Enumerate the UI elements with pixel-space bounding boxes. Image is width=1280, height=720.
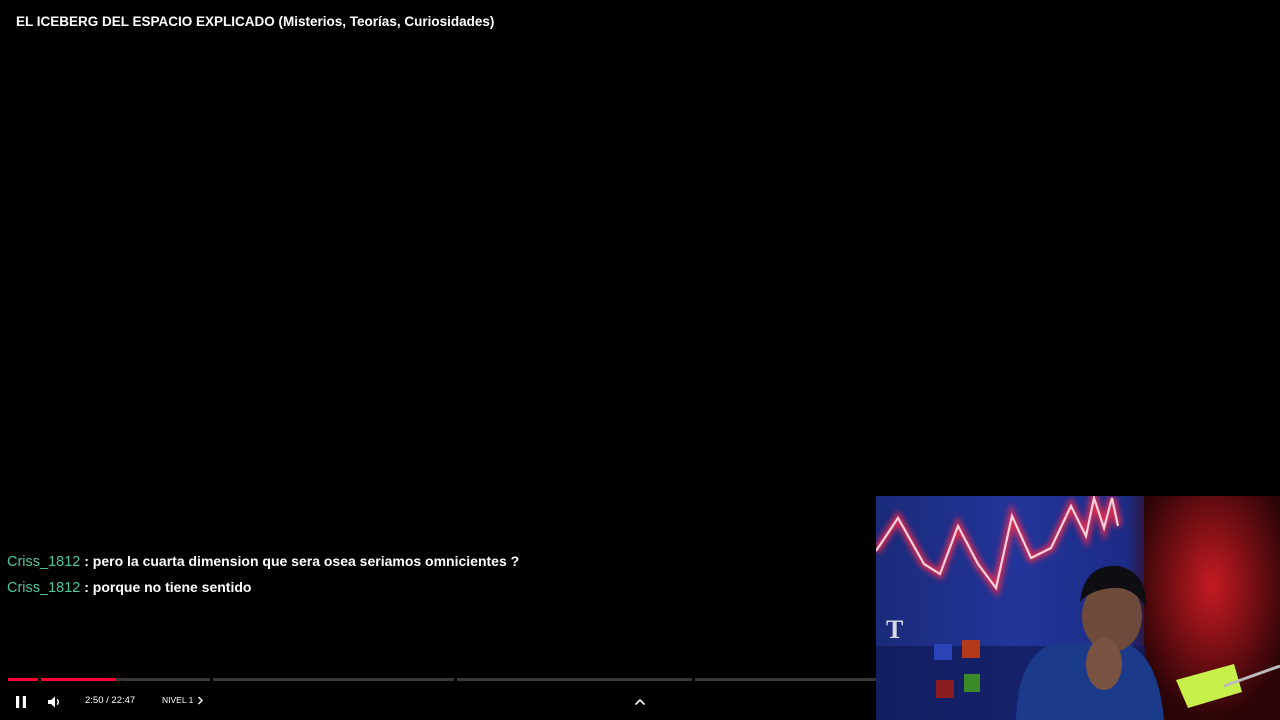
time-display: 2:50 / 22:47	[85, 695, 136, 706]
chat-message: Criss_1812 : pero la cuarta dimension qu…	[7, 552, 867, 578]
chapter-segment[interactable]	[695, 678, 876, 681]
chapter-segment[interactable]	[213, 678, 454, 681]
chat-text: porque no tiene sentido	[92, 579, 252, 595]
played-fill	[41, 678, 117, 681]
chapter-segment[interactable]	[457, 678, 692, 681]
control-bar: 2:50 / 22:47 NIVEL 1	[0, 688, 876, 714]
video-player[interactable]: EL ICEBERG DEL ESPACIO EXPLICADO (Mister…	[0, 0, 1280, 720]
pause-icon	[16, 696, 26, 708]
chat-separator: :	[80, 553, 93, 569]
chevron-right-icon	[198, 696, 204, 704]
chapter-segment[interactable]	[8, 678, 38, 681]
webcam-overlay: T	[876, 496, 1280, 720]
wall-letter: T	[886, 615, 903, 644]
chat-username: Criss_1812	[7, 580, 81, 596]
progress-bar[interactable]	[8, 678, 876, 681]
chat-separator: :	[80, 579, 93, 595]
shelf-item	[964, 674, 980, 692]
person-hand	[1086, 638, 1122, 690]
chapter-button[interactable]: NIVEL 1	[162, 695, 204, 705]
volume-icon	[48, 696, 59, 708]
shelf-item	[934, 644, 952, 660]
chat-text: pero la cuarta dimension que sera osea s…	[92, 553, 520, 569]
chapter-segment[interactable]	[41, 678, 210, 681]
shelf-item	[936, 680, 954, 698]
pause-button[interactable]	[10, 691, 32, 713]
chat-username: Criss_1812	[7, 554, 81, 570]
chat-overlay: Criss_1812 : pero la cuarta dimension qu…	[7, 552, 867, 604]
shelf-item	[962, 640, 980, 658]
expand-button[interactable]	[629, 691, 651, 713]
played-fill	[8, 678, 38, 681]
volume-button[interactable]	[44, 691, 66, 713]
chapter-label: NIVEL 1	[162, 695, 194, 705]
chevron-up-icon	[634, 698, 646, 706]
webcam-feed: T	[876, 496, 1280, 720]
video-title: EL ICEBERG DEL ESPACIO EXPLICADO (Mister…	[16, 14, 495, 29]
chat-message: Criss_1812 : porque no tiene sentido	[7, 578, 867, 604]
